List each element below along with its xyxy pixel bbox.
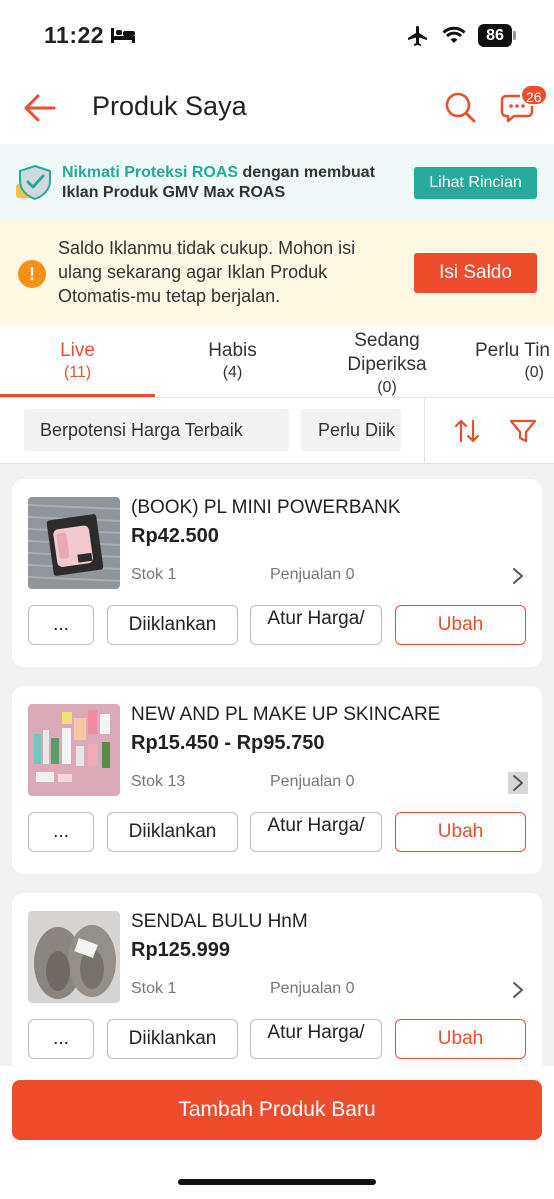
- atur-harga-button[interactable]: Atur Harga/: [250, 605, 382, 645]
- atur-harga-button[interactable]: Atur Harga/: [250, 812, 382, 852]
- chevron-right-icon[interactable]: [508, 979, 528, 1001]
- roas-text: Nikmati Proteksi ROAS dengan membuat Ikl…: [62, 163, 407, 203]
- diiklankan-button[interactable]: Diiklankan: [107, 812, 238, 852]
- battery-icon: 86: [478, 24, 512, 47]
- chevron-right-icon[interactable]: [508, 772, 528, 794]
- product-price: Rp15.450 - Rp95.750: [131, 732, 325, 754]
- shield-check-icon: [16, 164, 51, 201]
- tab-perlu-tindakan[interactable]: Perlu Tin (0): [466, 326, 554, 397]
- product-thumbnail: [28, 704, 120, 796]
- tab-count: (4): [222, 364, 243, 381]
- tab-habis[interactable]: Habis (4): [155, 326, 310, 397]
- filter-icon[interactable]: [508, 417, 538, 445]
- product-card[interactable]: SENDAL BULU HnM Rp125.999 Stok 1 Penjual…: [12, 893, 542, 1081]
- app-header: Produk Saya 26: [0, 72, 554, 144]
- chevron-right-icon[interactable]: [508, 565, 528, 587]
- tab-label: Habis: [208, 340, 257, 361]
- chat-badge: 26: [520, 84, 548, 106]
- chip-berpotensi-harga[interactable]: Berpotensi Harga Terbaik: [24, 409, 289, 451]
- product-stock: Stok 1: [131, 980, 177, 997]
- tab-label: Perlu Tin: [475, 340, 550, 361]
- saldo-warning-text: Saldo Iklanmu tidak cukup. Mohon isi ula…: [58, 238, 356, 306]
- product-stock: Stok 1: [131, 566, 177, 583]
- product-card[interactable]: NEW AND PL MAKE UP SKINCARE Rp15.450 - R…: [12, 686, 542, 874]
- page-title: Produk Saya: [92, 91, 247, 121]
- airplane-icon: [408, 26, 427, 46]
- product-stock: Stok 13: [131, 773, 186, 790]
- tab-label: Sedang Diperiksa: [347, 330, 427, 375]
- chip-perlu-diiklankan[interactable]: Perlu Diik: [301, 409, 401, 451]
- more-options-button[interactable]: ...: [28, 1019, 94, 1059]
- product-card[interactable]: (BOOK) PL MINI POWERBANK Rp42.500 Stok 1…: [12, 479, 542, 667]
- sort-icon[interactable]: [453, 417, 481, 445]
- battery-tip: [513, 31, 516, 40]
- home-indicator[interactable]: [178, 1179, 376, 1185]
- tab-live[interactable]: Live (11): [0, 326, 155, 397]
- product-price: Rp42.500: [131, 525, 219, 547]
- bed-icon: [111, 28, 135, 43]
- wifi-icon: [442, 26, 466, 43]
- product-name: (BOOK) PL MINI POWERBANK: [131, 497, 401, 518]
- tambah-produk-button[interactable]: Tambah Produk Baru: [12, 1080, 542, 1140]
- product-price: Rp125.999: [131, 939, 230, 961]
- lihat-rincian-button[interactable]: Lihat Rincian: [414, 167, 537, 199]
- filter-row: Berpotensi Harga Terbaik Perlu Diik: [0, 398, 554, 464]
- ubah-button[interactable]: Ubah: [395, 812, 526, 852]
- product-name: SENDAL BULU HnM: [131, 911, 308, 932]
- roas-highlight: Nikmati Proteksi ROAS: [62, 164, 239, 181]
- ubah-button[interactable]: Ubah: [395, 605, 526, 645]
- product-thumbnail: [28, 911, 120, 1003]
- product-sales: Penjualan 0: [270, 773, 355, 790]
- skincare-image: [28, 704, 120, 796]
- sandal-image: [28, 911, 120, 1003]
- tab-count: (0): [524, 364, 544, 381]
- tab-count: (11): [63, 364, 92, 381]
- product-thumbnail: [28, 497, 120, 589]
- ubah-button[interactable]: Ubah: [395, 1019, 526, 1059]
- diiklankan-button[interactable]: Diiklankan: [107, 1019, 238, 1059]
- product-name: NEW AND PL MAKE UP SKINCARE: [131, 704, 441, 725]
- active-tab-indicator: [0, 394, 155, 397]
- atur-harga-button[interactable]: Atur Harga/: [250, 1019, 382, 1059]
- status-tabs: Live (11) Habis (4) Sedang Diperiksa (0)…: [0, 326, 554, 398]
- tab-count: (0): [377, 379, 397, 396]
- isi-saldo-button[interactable]: Isi Saldo: [414, 253, 537, 293]
- diiklankan-button[interactable]: Diiklankan: [107, 605, 238, 645]
- status-bar: 11:22 86: [0, 0, 554, 72]
- powerbank-image: [28, 497, 120, 589]
- more-options-button[interactable]: ...: [28, 605, 94, 645]
- search-icon[interactable]: [443, 90, 477, 124]
- warning-icon: !: [18, 260, 46, 288]
- status-time: 11:22: [44, 22, 105, 48]
- more-options-button[interactable]: ...: [28, 812, 94, 852]
- product-sales: Penjualan 0: [270, 980, 355, 997]
- tab-sedang-diperiksa[interactable]: Sedang Diperiksa (0): [318, 326, 456, 397]
- back-arrow-icon[interactable]: [22, 90, 58, 126]
- tab-label: Live: [60, 340, 95, 361]
- filter-divider: [424, 398, 425, 464]
- product-sales: Penjualan 0: [270, 566, 355, 583]
